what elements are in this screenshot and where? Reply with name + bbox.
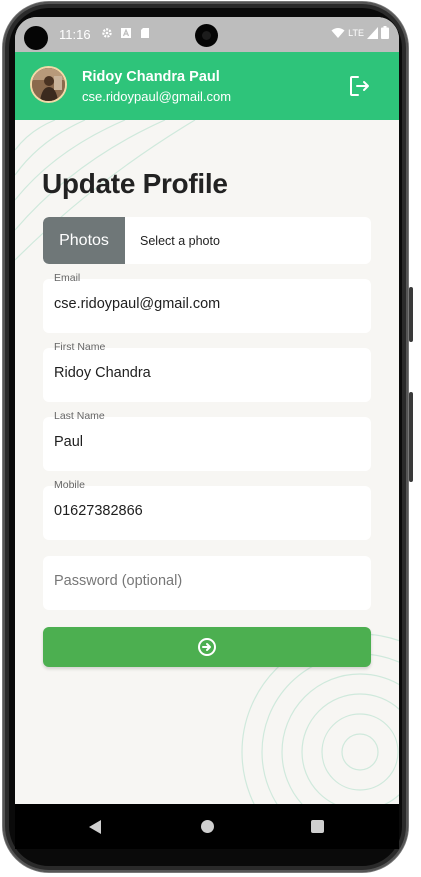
signal-icon <box>367 26 378 39</box>
profile-form: Update Profile Photos Select a photo Ema… <box>15 120 399 804</box>
font-a-icon <box>121 28 131 38</box>
email-label: Email <box>54 272 81 284</box>
email-field: Email <box>43 272 371 333</box>
screen: 11:16 LTE Ridoy Chandra Paul cse.ridoypa… <box>15 17 399 849</box>
recents-icon[interactable] <box>311 820 324 833</box>
navigation-bar <box>15 804 399 849</box>
gear-icon <box>102 28 112 38</box>
photo-picker: Photos Select a photo <box>43 217 371 264</box>
photo-hint[interactable]: Select a photo <box>140 234 220 248</box>
network-type: LTE <box>348 27 364 38</box>
last-name-label: Last Name <box>54 410 105 422</box>
mobile-label: Mobile <box>54 479 85 491</box>
back-icon[interactable] <box>88 819 102 835</box>
avatar[interactable] <box>30 66 67 103</box>
status-bar: 11:16 LTE <box>15 17 399 52</box>
first-name-label: First Name <box>54 341 106 353</box>
battery-icon <box>381 26 389 39</box>
last-name-field: Last Name <box>43 410 371 471</box>
mobile-field: Mobile <box>43 479 371 540</box>
notification-icons <box>101 27 151 39</box>
header-user-name: Ridoy Chandra Paul <box>82 69 220 85</box>
status-time: 11:16 <box>59 27 91 42</box>
logout-icon[interactable] <box>348 74 372 98</box>
system-icons: LTE <box>331 26 389 39</box>
header-user-email: cse.ridoypaul@gmail.com <box>82 89 232 104</box>
password-field <box>43 556 371 610</box>
password-input[interactable] <box>54 573 354 589</box>
mobile-input[interactable] <box>54 503 354 519</box>
last-name-input[interactable] <box>54 434 354 450</box>
app-header: Ridoy Chandra Paul cse.ridoypaul@gmail.c… <box>15 52 399 120</box>
avatar-photo <box>32 68 65 101</box>
sd-card-icon <box>141 28 149 38</box>
page-title: Update Profile <box>42 168 228 199</box>
front-camera <box>195 24 218 47</box>
power-button <box>409 392 413 482</box>
home-icon[interactable] <box>201 820 214 833</box>
wifi-icon <box>331 27 345 38</box>
first-name-input[interactable] <box>54 365 354 381</box>
camera-hole <box>24 26 48 50</box>
email-input[interactable] <box>54 296 354 312</box>
arrow-right-circle-icon <box>198 638 216 656</box>
submit-button[interactable] <box>43 627 371 667</box>
first-name-field: First Name <box>43 341 371 402</box>
volume-button <box>409 287 413 342</box>
photos-button[interactable]: Photos <box>43 217 125 264</box>
